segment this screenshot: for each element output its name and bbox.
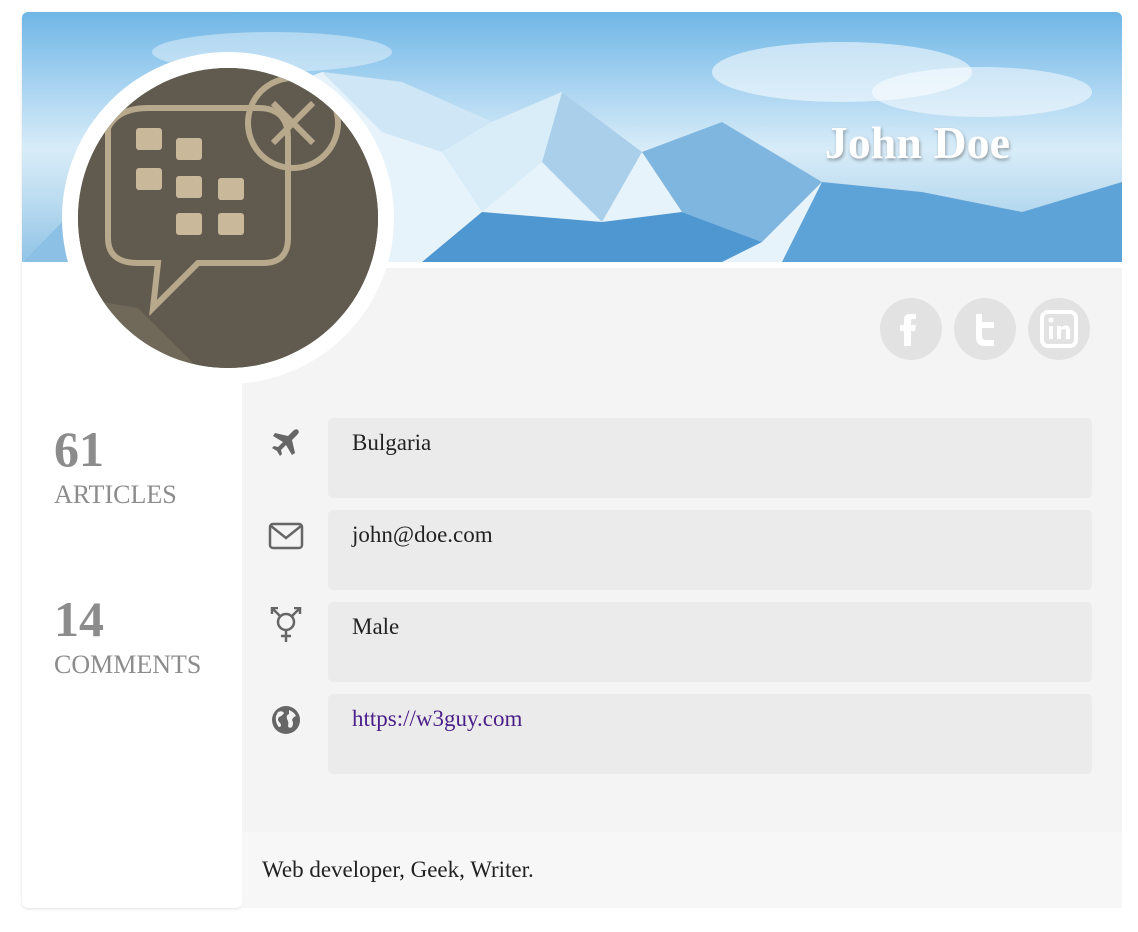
country-value: Bulgaria — [352, 430, 432, 455]
profile-card: John Doe Web developer, Geek, Writer. 61… — [22, 12, 1122, 908]
twitter-button[interactable] — [954, 298, 1016, 360]
avatar-image — [78, 68, 378, 368]
gender-value: Male — [352, 614, 400, 639]
comments-count: 14 — [54, 591, 104, 647]
articles-label: ARTICLES — [54, 480, 177, 509]
envelope-icon — [268, 518, 304, 554]
facebook-button[interactable] — [880, 298, 942, 360]
website-link[interactable]: https://w3guy.com — [352, 706, 522, 731]
facebook-icon — [900, 314, 916, 346]
linkedin-button[interactable] — [1028, 298, 1090, 360]
twitter-icon — [976, 314, 994, 346]
comments-label: COMMENTS — [54, 650, 202, 679]
globe-icon — [268, 702, 304, 738]
avatar[interactable] — [78, 68, 378, 368]
email-value: john@doe.com — [352, 522, 493, 547]
profile-name: John Doe — [824, 117, 1010, 168]
bio-text: Web developer, Geek, Writer. — [262, 857, 534, 882]
bio-panel: Web developer, Geek, Writer. — [242, 832, 1122, 908]
airplane-icon — [268, 424, 304, 460]
country-field: Bulgaria — [328, 418, 1092, 498]
articles-count: 61 — [54, 421, 104, 477]
website-field: https://w3guy.com — [328, 694, 1092, 774]
stat-comments: 14 COMMENTS — [54, 594, 201, 678]
email-field: john@doe.com — [328, 510, 1092, 590]
gender-field: Male — [328, 602, 1092, 682]
stat-articles: 61 ARTICLES — [54, 424, 177, 508]
linkedin-icon — [1040, 310, 1078, 348]
gender-icon — [268, 607, 304, 644]
